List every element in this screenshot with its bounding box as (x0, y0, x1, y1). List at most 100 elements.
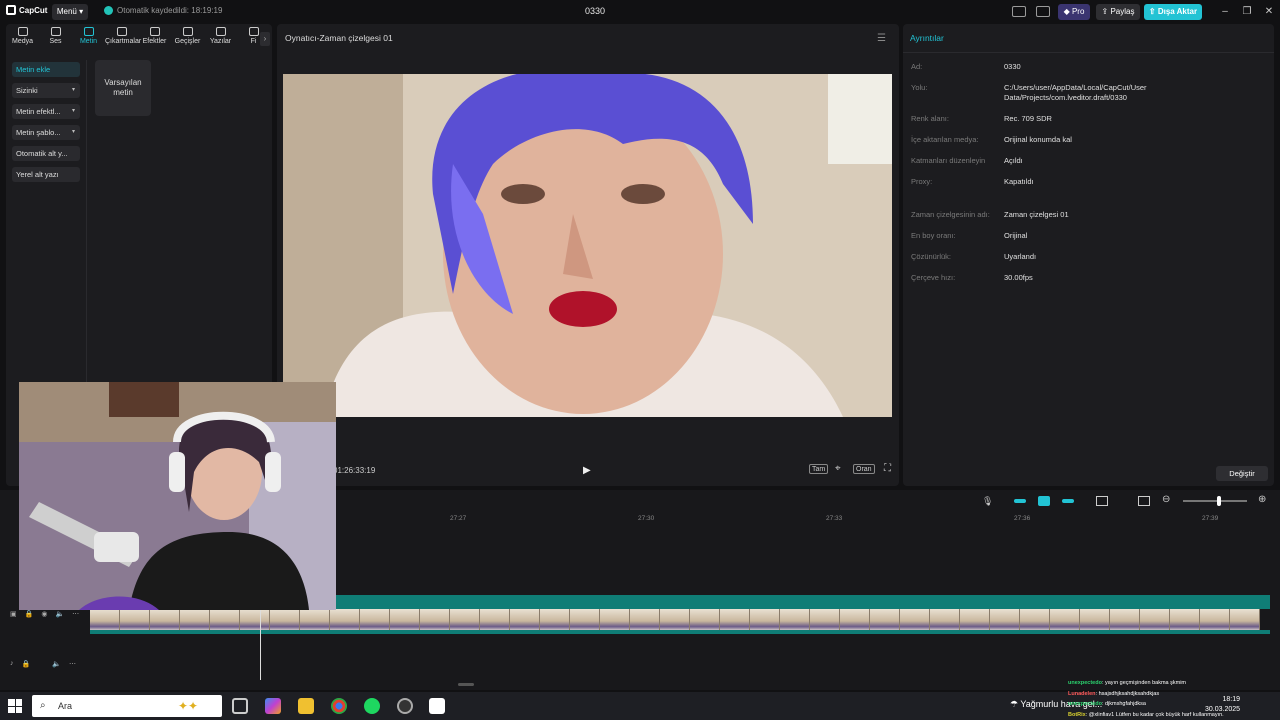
aspect-ratio-button[interactable]: Oran (853, 464, 875, 474)
tab-label: Geçişler (174, 38, 201, 45)
tab-sticker[interactable]: Çıkartmalar (105, 24, 141, 52)
capcut-taskbar-icon[interactable] (429, 698, 445, 714)
cover-icon[interactable]: ▣ (10, 610, 17, 618)
timeline-scrollbar[interactable] (458, 683, 474, 686)
stream-chat-overlay: unexpectedo: yayın geçmişinden bakma şkm… (1068, 678, 1278, 720)
chat-message: Lunadelen: hsajsdhjksahdjksahdkjas (1068, 689, 1278, 700)
auto-snap-icon[interactable] (1038, 496, 1050, 506)
default-text-template[interactable]: Varsayılan metin (95, 60, 151, 116)
tab-label: Ses (49, 38, 62, 45)
obs-icon[interactable] (397, 698, 413, 714)
side-menu-item[interactable]: Yerel alt yazı (12, 167, 80, 182)
capcut-logo-icon (6, 5, 16, 15)
chrome-icon[interactable] (331, 698, 347, 714)
video-thumbnail (540, 609, 570, 630)
chat-text: : yayın geçmişinden bakma şkmim (1101, 680, 1186, 686)
chat-message: unexpectedo: yayın geçmişinden bakma şkm… (1068, 678, 1278, 689)
effects-icon (149, 27, 160, 36)
tab-effects[interactable]: Efektler (138, 24, 171, 52)
main-track-magnet-icon[interactable] (1014, 499, 1026, 503)
export-button[interactable]: ⇧ Dışa Aktar (1144, 4, 1202, 20)
project-title: 0330 (584, 6, 606, 16)
tab-captions[interactable]: Yazılar (204, 24, 237, 52)
mute-icon[interactable]: 🔈 (55, 610, 64, 618)
video-preview[interactable] (283, 74, 892, 417)
details-panel: Ayrıntılar Ad: 0330 Yolu: C:/Users/user/App… (903, 24, 1274, 486)
filters-icon (248, 27, 259, 36)
pro-button[interactable]: ◆ Pro (1058, 4, 1090, 20)
video-thumbnail (240, 609, 270, 630)
minimize-icon[interactable]: – (1218, 5, 1232, 19)
file-explorer-icon[interactable] (298, 698, 314, 714)
ruler-tick-label: 27:30 (638, 515, 655, 522)
detail-label: Yolu: (911, 83, 928, 92)
video-thumbnail (780, 609, 810, 630)
copilot-icon[interactable] (265, 698, 281, 714)
lock-icon[interactable]: 🔒 (25, 610, 34, 618)
lock-icon[interactable]: 🔒 (22, 660, 31, 668)
screenshot-icon[interactable]: ⌖ (833, 464, 843, 474)
side-menu-label: Otomatik alt y... (16, 149, 68, 158)
fullscreen-icon[interactable]: ⛶ (882, 464, 893, 474)
video-thumbnail (660, 609, 690, 630)
play-icon[interactable]: ▶ (583, 465, 591, 476)
zoom-out-icon[interactable]: ⊖ (1162, 494, 1174, 505)
tab-media[interactable]: Medya (6, 24, 39, 52)
video-thumbnail (120, 609, 150, 630)
close-icon[interactable]: ✕ (1262, 5, 1276, 19)
video-thumbnail (1050, 609, 1080, 630)
task-view-icon[interactable] (232, 698, 248, 714)
player-timecode: 01:26:33:19 (333, 466, 376, 475)
video-frame-image (283, 74, 892, 417)
shortcuts-icon[interactable] (1036, 6, 1050, 17)
text-side-menu: Metin ekle Sizinki ▾ Metin efektl... ▾ Metin … (12, 62, 88, 188)
weather-icon: ☂ (1010, 699, 1021, 709)
tab-audio[interactable]: Ses (39, 24, 72, 52)
full-quality-button[interactable]: Tam (809, 464, 829, 474)
video-thumbnail (330, 609, 360, 630)
more-icon[interactable]: ⋯ (72, 610, 79, 618)
side-menu-item[interactable]: Sizinki ▾ (12, 83, 80, 98)
video-thumbnail (150, 609, 180, 630)
video-clip[interactable] (90, 608, 1270, 634)
audio-clip[interactable] (336, 595, 1270, 608)
windows-start-icon[interactable] (8, 699, 22, 713)
fit-timeline-icon[interactable] (1138, 496, 1150, 506)
zoom-slider-handle[interactable] (1217, 496, 1221, 506)
detail-value: C:/Users/user/AppData/Local/CapCut/User … (1004, 83, 1147, 102)
video-thumbnail (630, 609, 660, 630)
tabs-scroll-right-icon[interactable]: › (260, 32, 270, 46)
zoom-slider[interactable] (1183, 500, 1247, 502)
restore-icon[interactable]: ❐ (1240, 5, 1254, 19)
detail-value: Açıldı (1004, 156, 1023, 165)
share-button[interactable]: ⇪ Paylaş (1096, 4, 1140, 20)
more-icon[interactable]: ⋯ (69, 660, 76, 668)
text-icon (83, 27, 94, 36)
zoom-in-icon[interactable]: ⊕ (1258, 494, 1270, 505)
microphone-icon[interactable]: 🎙 (982, 496, 994, 506)
player-menu-icon[interactable]: ☰ (877, 33, 886, 44)
preview-axis-icon[interactable] (1096, 496, 1108, 506)
side-menu-item[interactable]: Metin şablo... ▾ (12, 125, 80, 140)
spotify-icon[interactable] (364, 698, 380, 714)
mute-icon[interactable]: 🔈 (52, 660, 61, 668)
visibility-icon[interactable]: ◉ (41, 610, 47, 618)
video-thumbnail (270, 609, 300, 630)
video-thumbnail (360, 609, 390, 630)
taskbar-search[interactable]: ⌕ Ara ✦✦ (32, 695, 222, 717)
layout-icon[interactable] (1012, 6, 1026, 17)
video-thumbnail (900, 609, 930, 630)
change-button[interactable]: Değiştir (1216, 466, 1268, 481)
side-menu-item[interactable]: Metin ekle (12, 62, 80, 77)
detail-label: Renk alanı: (911, 114, 949, 123)
detail-value: Rec. 709 SDR (1004, 114, 1052, 123)
side-menu-item[interactable]: Otomatik alt y... (12, 146, 80, 161)
linkage-icon[interactable] (1062, 499, 1074, 503)
tab-label: Metin (79, 38, 98, 45)
menu-button[interactable]: Menü ▾ (52, 4, 88, 20)
tab-text[interactable]: Metin (72, 24, 105, 52)
side-menu-item[interactable]: Metin efektl... ▾ (12, 104, 80, 119)
tab-label: Yazılar (209, 38, 232, 45)
tab-label: Efektler (142, 38, 167, 45)
tab-transitions[interactable]: Geçişler (171, 24, 204, 52)
